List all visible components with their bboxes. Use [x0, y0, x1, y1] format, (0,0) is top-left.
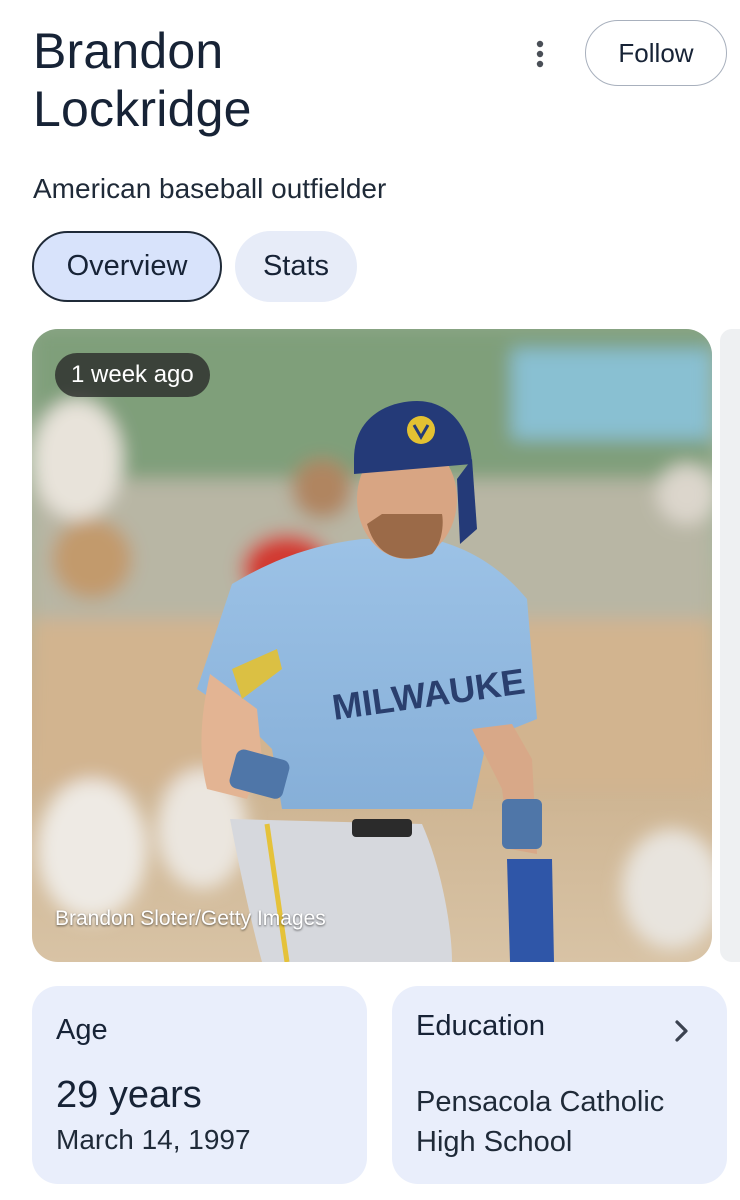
- tab-bar: Overview Stats: [32, 231, 357, 302]
- timestamp-chip: 1 week ago: [55, 353, 210, 397]
- education-card[interactable]: Education Pensacola Catholic High School: [392, 986, 727, 1184]
- name-line-1: Brandon: [33, 23, 224, 79]
- age-card: Age 29 years March 14, 1997: [32, 986, 367, 1184]
- more-options-button[interactable]: [520, 34, 560, 74]
- follow-button[interactable]: Follow: [585, 20, 727, 86]
- birth-date: March 14, 1997: [56, 1124, 251, 1155]
- photo-illustration: MILWAUKE: [32, 329, 712, 962]
- tab-overview[interactable]: Overview: [32, 231, 222, 302]
- page-title: Brandon Lockridge: [33, 22, 503, 138]
- age-label: Age: [56, 1014, 108, 1046]
- name-line-2: Lockridge: [33, 81, 252, 137]
- education-value: Pensacola Catholic High School: [416, 1086, 665, 1158]
- subtitle: American baseball outfielder: [33, 173, 387, 204]
- chevron-right-icon: [675, 1020, 688, 1042]
- age-value: 29 years: [56, 1074, 202, 1116]
- next-photo-peek[interactable]: [720, 329, 740, 962]
- tab-stats[interactable]: Stats: [235, 231, 357, 302]
- education-label: Education: [416, 1010, 545, 1042]
- more-vert-icon: [536, 40, 544, 68]
- photo-credit: Brandon Sloter/Getty Images: [55, 907, 326, 930]
- player-photo[interactable]: MILWAUKE 1 week ago Brandon Sloter/Getty…: [32, 329, 712, 962]
